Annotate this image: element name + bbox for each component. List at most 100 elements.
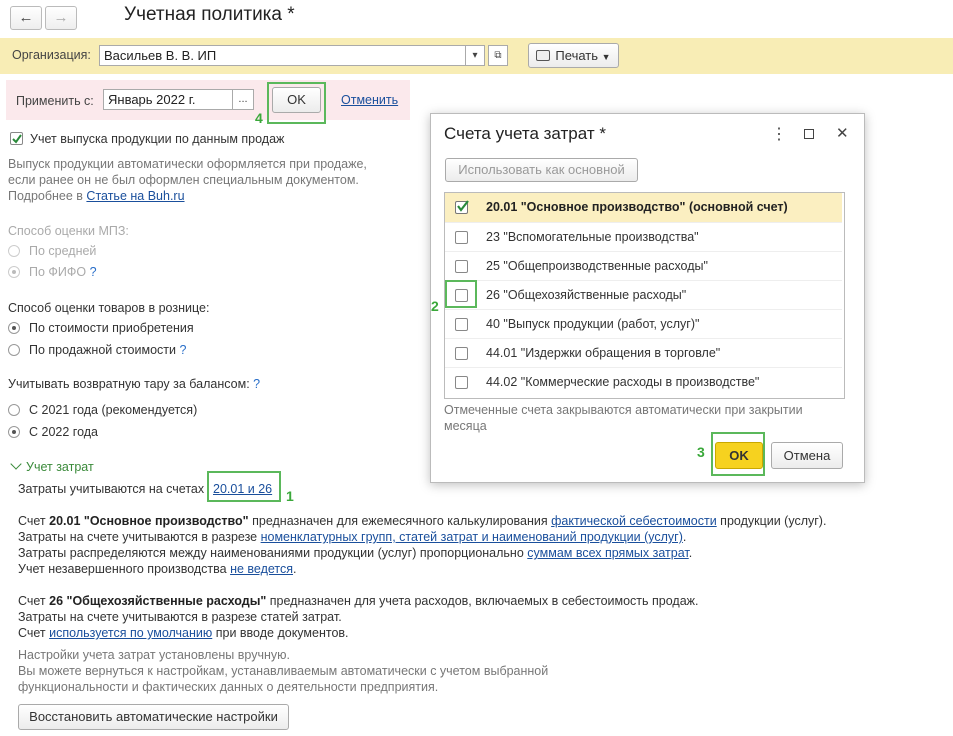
retail-title: Способ оценки товаров в рознице: [8, 301, 210, 315]
chevron-down-icon: ▾ [472, 50, 478, 61]
default-usage-link[interactable]: используется по умолчанию [49, 626, 212, 640]
buh-ru-article-link[interactable]: Статье на Buh.ru [86, 189, 184, 203]
production-more: Подробнее в Статье на Buh.ru [8, 189, 185, 203]
account-row-4402[interactable]: 44.02 "Коммерческие расходы в производст… [445, 367, 842, 397]
account-row-26[interactable]: 26 "Общехозяйственные расходы" [445, 280, 842, 310]
manual-note-2: Вы можете вернуться к настройкам, устана… [18, 664, 549, 678]
cost-accounts-dialog: Счета учета затрат * ⋮ ✕ Использовать ка… [430, 113, 865, 483]
dialog-note-1: Отмеченные счета закрываются автоматичес… [444, 403, 803, 417]
marker-2: 2 [431, 298, 439, 314]
retail-purchase-cost-label: По стоимости приобретения [29, 321, 194, 335]
account-label: 23 "Вспомогательные производства" [486, 230, 699, 244]
arrow-left-icon: ← [18, 9, 34, 26]
account-2001-line-4: Учет незавершенного производства не веде… [18, 562, 297, 576]
menu-dots-icon[interactable]: ⋮ [771, 124, 787, 144]
mpz-fifo-radio[interactable] [8, 266, 20, 278]
apply-from-field[interactable]: Январь 2022 г. [103, 89, 233, 110]
organization-open-button[interactable]: ⧉ [488, 45, 508, 66]
tare-2021-radio[interactable] [8, 404, 20, 416]
mpz-title: Способ оценки МПЗ: [8, 224, 129, 238]
organization-label: Организация: [12, 48, 91, 62]
mpz-average-radio[interactable] [8, 245, 20, 257]
tare-2021-label: С 2021 года (рекомендуется) [29, 403, 198, 417]
cost-accounts-line: Затраты учитываются на счетах [18, 482, 205, 496]
highlight-frame-4 [267, 82, 326, 124]
mpz-help-icon[interactable]: ? [90, 265, 97, 279]
retail-sale-price-label: По продажной стоимости ? [29, 343, 187, 357]
mpz-fifo-label: По ФИФО ? [29, 265, 97, 279]
period-picker-button[interactable]: ... [232, 89, 254, 110]
production-note-1: Выпуск продукции автоматически оформляет… [8, 157, 367, 171]
highlight-frame-2 [445, 280, 477, 308]
account-row-25[interactable]: 25 "Общепроизводственные расходы" [445, 251, 842, 281]
account-checkbox[interactable] [455, 200, 469, 214]
retail-sale-price-radio[interactable] [8, 344, 20, 356]
account-checkbox[interactable] [455, 231, 468, 244]
account-checkbox[interactable] [455, 376, 468, 389]
organization-dropdown-button[interactable]: ▾ [465, 45, 485, 66]
chevron-down-icon [10, 458, 22, 470]
account-26-line-3: Счет используется по умолчанию при вводе… [18, 626, 349, 640]
marker-1: 1 [286, 488, 294, 504]
account-label: 20.01 "Основное производство" (основной … [486, 200, 788, 214]
restore-auto-settings-button[interactable]: Восстановить автоматические настройки [18, 704, 289, 730]
close-icon[interactable]: ✕ [836, 124, 849, 142]
dialog-title: Счета учета затрат * [444, 124, 606, 143]
forward-button[interactable]: → [45, 6, 77, 30]
account-26-line-1: Счет 26 "Общехозяйственные расходы" пред… [18, 594, 699, 608]
account-row-4401[interactable]: 44.01 "Издержки обращения в торговле" [445, 338, 842, 368]
production-note-2: если ранее он не был оформлен специальны… [8, 173, 359, 187]
account-row-23[interactable]: 23 "Вспомогательные производства" [445, 222, 842, 252]
account-2001-line-2: Затраты на счете учитываются в разрезе н… [18, 530, 687, 544]
manual-note-3: функциональности и фактических данных о … [18, 680, 439, 694]
tare-2022-label: С 2022 года [29, 425, 98, 439]
printer-icon [536, 50, 551, 61]
open-form-icon: ⧉ [494, 50, 502, 61]
account-label: 44.01 "Издержки обращения в торговле" [486, 346, 721, 360]
account-label: 26 "Общехозяйственные расходы" [486, 288, 687, 302]
back-button[interactable]: ← [10, 6, 42, 30]
dialog-cancel-button[interactable]: Отмена [771, 442, 843, 469]
arrow-right-icon: → [53, 9, 69, 26]
account-row-40[interactable]: 40 "Выпуск продукции (работ, услуг)" [445, 309, 842, 339]
print-button[interactable]: Печать ▼ [528, 43, 619, 68]
production-checkbox[interactable] [10, 132, 23, 145]
apply-cancel-link[interactable]: Отменить [341, 93, 398, 107]
production-checkbox-row: Учет выпуска продукции по данным продаж [0, 124, 420, 146]
chevron-down-icon: ▼ [601, 52, 611, 62]
mpz-average-label: По средней [29, 244, 97, 258]
account-checkbox[interactable] [455, 347, 468, 360]
wip-link[interactable]: не ведется [230, 562, 293, 576]
actual-cost-link[interactable]: фактической себестоимости [551, 514, 717, 528]
retail-purchase-cost-radio[interactable] [8, 322, 20, 334]
use-as-main-button[interactable]: Использовать как основной [445, 158, 638, 182]
account-checkbox[interactable] [455, 260, 468, 273]
highlight-frame-3 [711, 432, 765, 476]
analytics-link[interactable]: номенклатурных групп, статей затрат и на… [261, 530, 683, 544]
marker-3: 3 [697, 444, 705, 460]
tare-help-icon[interactable]: ? [253, 377, 260, 391]
highlight-frame-1 [207, 471, 281, 502]
checkmark-icon [457, 200, 469, 212]
dialog-note-2: месяца [444, 419, 487, 433]
direct-costs-link[interactable]: суммам всех прямых затрат [527, 546, 688, 560]
account-2001-line-1: Счет 20.01 "Основное производство" предн… [18, 514, 827, 528]
account-2001-line-3: Затраты распределяются между наименовани… [18, 546, 693, 560]
account-26-line-2: Затраты на счете учитываются в разрезе с… [18, 610, 342, 624]
account-row-2001[interactable]: 20.01 "Основное производство" (основной … [445, 193, 842, 222]
account-checkbox[interactable] [455, 318, 468, 331]
maximize-icon[interactable] [804, 129, 814, 139]
organization-field[interactable]: Васильев В. В. ИП [99, 45, 466, 66]
apply-from-label: Применить с: [16, 94, 94, 108]
retail-help-icon[interactable]: ? [179, 343, 186, 357]
checkmark-icon [12, 134, 22, 144]
production-checkbox-label: Учет выпуска продукции по данным продаж [30, 132, 285, 146]
account-label: 40 "Выпуск продукции (работ, услуг)" [486, 317, 700, 331]
manual-note-1: Настройки учета затрат установлены вручн… [18, 648, 290, 662]
page-title: Учетная политика * [124, 4, 295, 25]
tare-title: Учитывать возвратную тару за балансом: ? [8, 377, 261, 391]
account-label: 44.02 "Коммерческие расходы в производст… [486, 375, 760, 389]
account-label: 25 "Общепроизводственные расходы" [486, 259, 708, 273]
tare-2022-radio[interactable] [8, 426, 20, 438]
cost-section-toggle[interactable]: Учет затрат [10, 458, 94, 474]
